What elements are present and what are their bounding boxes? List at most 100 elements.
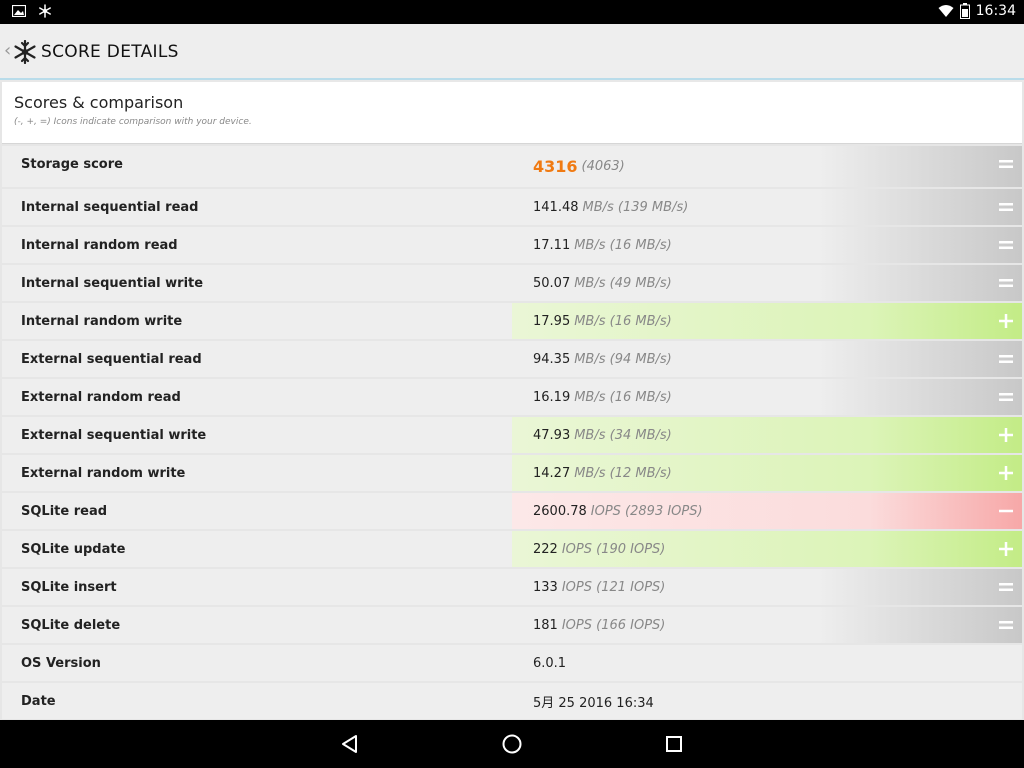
row-label: External random read <box>21 389 181 405</box>
image-icon <box>12 5 26 17</box>
row-label: Internal sequential write <box>21 275 204 291</box>
row-value: 6.0.1 <box>533 645 566 681</box>
table-row: External sequential read 94.35 MB/s (94 MB… <box>2 341 1022 377</box>
row-value: 50.07 MB/s (49 MB/s) <box>533 265 672 301</box>
row-value: 133 IOPS (121 IOPS) <box>533 569 665 605</box>
measured-value: 181 <box>533 617 558 633</box>
measured-value: 133 <box>533 579 558 595</box>
row-value-cell: 4316 (4063) <box>512 146 1022 187</box>
status-bar: 16:34 <box>0 0 1024 24</box>
row-value: 4316 (4063) <box>533 146 625 187</box>
measured-value: 47.93 <box>533 427 571 443</box>
plus-icon <box>999 466 1013 480</box>
row-value: 17.11 MB/s (16 MB/s) <box>533 227 672 263</box>
row-value: 141.48 MB/s (139 MB/s) <box>533 189 688 225</box>
table-row: OS Version 6.0.1 <box>2 645 1022 681</box>
comparison-value: MB/s (16 MB/s) <box>574 237 672 253</box>
battery-icon <box>959 3 970 19</box>
measured-value: 6.0.1 <box>533 655 567 671</box>
comparison-value: IOPS (2893 IOPS) <box>590 503 703 519</box>
row-value: 16.19 MB/s (16 MB/s) <box>533 379 672 415</box>
row-value-cell: 2600.78 IOPS (2893 IOPS) <box>512 493 1022 529</box>
comparison-value: IOPS (121 IOPS) <box>561 579 666 595</box>
table-row: Internal sequential read 141.48 MB/s (139 … <box>2 189 1022 225</box>
row-label: SQLite read <box>21 503 108 519</box>
row-label: SQLite update <box>21 541 126 557</box>
equal-icon <box>999 160 1013 168</box>
row-label: SQLite insert <box>21 579 117 595</box>
page-title: SCORE DETAILS <box>41 42 179 62</box>
comparison-value: MB/s (34 MB/s) <box>574 427 672 443</box>
table-row: External sequential write 47.93 MB/s (34 M… <box>2 417 1022 453</box>
row-label: External sequential write <box>21 427 207 443</box>
measured-value: 5月 25 2016 16:34 <box>533 695 654 711</box>
row-value-cell: 16.19 MB/s (16 MB/s) <box>512 379 1022 415</box>
equal-icon <box>999 279 1013 287</box>
section-title: Scores & comparison <box>14 93 184 112</box>
row-value-cell: 50.07 MB/s (49 MB/s) <box>512 265 1022 301</box>
row-value: 94.35 MB/s (94 MB/s) <box>533 341 672 377</box>
recents-square-icon[interactable] <box>662 732 686 756</box>
measured-value: 14.27 <box>533 465 571 481</box>
table-row: Date 5月 25 2016 16:34 <box>2 683 1022 719</box>
row-label: Date <box>21 693 56 709</box>
plus-icon <box>999 428 1013 442</box>
clock: 16:34 <box>975 3 1016 19</box>
score-list: Storage score 4316 (4063) Internal sequenti… <box>2 146 1022 721</box>
action-bar: ‹ SCORE DETAILS <box>0 24 1024 80</box>
measured-value: 50.07 <box>533 275 571 291</box>
comparison-value: MB/s (16 MB/s) <box>574 313 672 329</box>
row-value: 5月 25 2016 16:34 <box>533 683 654 719</box>
comparison-value: MB/s (94 MB/s) <box>574 351 672 367</box>
row-value-cell: 17.11 MB/s (16 MB/s) <box>512 227 1022 263</box>
plus-icon <box>999 542 1013 556</box>
measured-value: 17.95 <box>533 313 571 329</box>
table-row: Internal random read 17.11 MB/s (16 MB/s) <box>2 227 1022 263</box>
measured-value: 2600.78 <box>533 503 587 519</box>
comparison-value: MB/s (12 MB/s) <box>574 465 672 481</box>
navigation-bar <box>0 720 1024 768</box>
equal-icon <box>999 621 1013 629</box>
row-label: OS Version <box>21 655 101 671</box>
row-value-cell: 94.35 MB/s (94 MB/s) <box>512 341 1022 377</box>
wifi-icon <box>938 5 954 17</box>
row-label: External random write <box>21 465 186 481</box>
comparison-value: (4063) <box>581 159 625 174</box>
equal-icon <box>999 583 1013 591</box>
row-value-cell: 14.27 MB/s (12 MB/s) <box>512 455 1022 491</box>
row-value: 2600.78 IOPS (2893 IOPS) <box>533 493 703 529</box>
row-value: 222 IOPS (190 IOPS) <box>533 531 665 567</box>
row-value-cell: 47.93 MB/s (34 MB/s) <box>512 417 1022 453</box>
section-subtitle: (-, +, =) Icons indicate comparison with… <box>14 117 252 127</box>
chevron-left-icon[interactable]: ‹ <box>4 40 11 61</box>
home-circle-icon[interactable] <box>500 732 524 756</box>
comparison-value: IOPS (166 IOPS) <box>561 617 666 633</box>
table-row: External random write 14.27 MB/s (12 MB/s) <box>2 455 1022 491</box>
measured-value: 222 <box>533 541 558 557</box>
measured-value: 141.48 <box>533 199 579 215</box>
table-row: SQLite update 222 IOPS (190 IOPS) <box>2 531 1022 567</box>
table-row: External random read 16.19 MB/s (16 MB/s) <box>2 379 1022 415</box>
row-value: 181 IOPS (166 IOPS) <box>533 607 665 643</box>
row-value-cell: 17.95 MB/s (16 MB/s) <box>512 303 1022 339</box>
measured-value: 94.35 <box>533 351 571 367</box>
row-value-cell: 6.0.1 <box>512 645 1022 681</box>
back-triangle-icon[interactable] <box>338 732 362 756</box>
equal-icon <box>999 355 1013 363</box>
row-label: Internal sequential read <box>21 199 199 215</box>
table-row: SQLite insert 133 IOPS (121 IOPS) <box>2 569 1022 605</box>
plus-icon <box>999 314 1013 328</box>
snowflake-icon[interactable] <box>13 40 37 64</box>
table-row: Storage score 4316 (4063) <box>2 146 1022 187</box>
row-value-cell: 222 IOPS (190 IOPS) <box>512 531 1022 567</box>
row-label: Internal random read <box>21 237 178 253</box>
row-label: Storage score <box>21 157 123 172</box>
comparison-value: MB/s (49 MB/s) <box>574 275 672 291</box>
measured-value: 16.19 <box>533 389 571 405</box>
row-label: External sequential read <box>21 351 202 367</box>
row-label: SQLite delete <box>21 617 121 633</box>
row-value-cell: 133 IOPS (121 IOPS) <box>512 569 1022 605</box>
equal-icon <box>999 241 1013 249</box>
measured-value: 17.11 <box>533 237 571 253</box>
table-row: SQLite read 2600.78 IOPS (2893 IOPS) <box>2 493 1022 529</box>
